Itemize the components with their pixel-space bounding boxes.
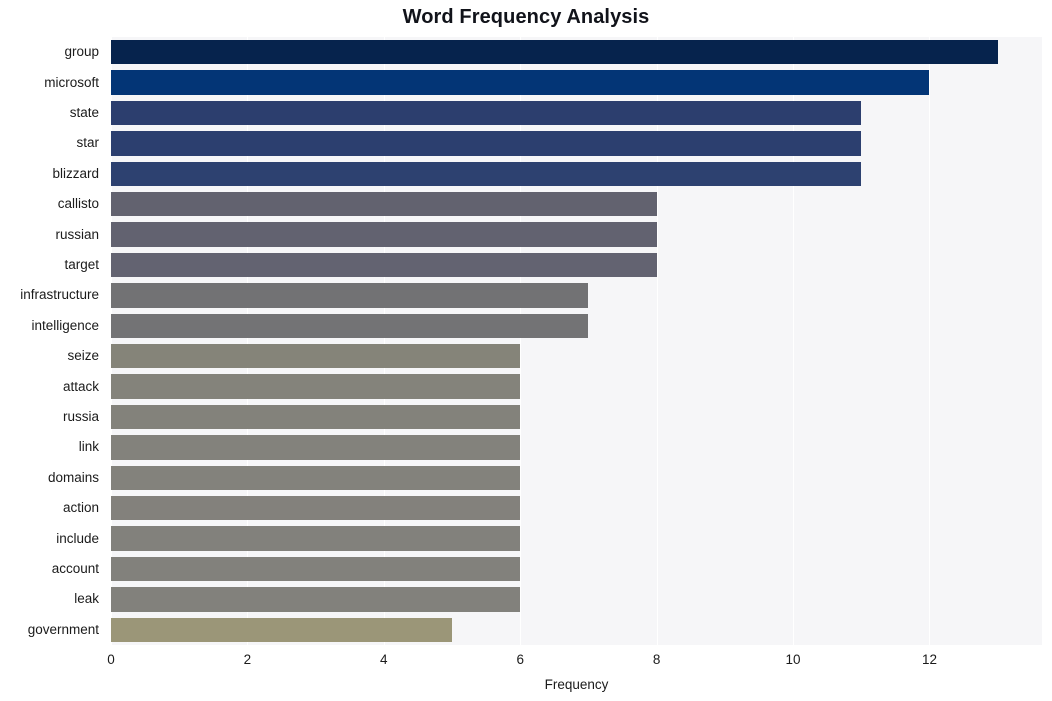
bar-row — [111, 344, 1042, 369]
x-tick-label-10: 10 — [785, 652, 801, 667]
y-tick-label-group: group — [64, 44, 99, 60]
word-frequency-bar-chart: Word Frequency Analysis group microsoft st… — [0, 0, 1052, 701]
bar-russian — [111, 222, 657, 247]
y-tick-label-include: include — [56, 530, 99, 546]
bar-row — [111, 222, 1042, 247]
bar-action — [111, 496, 521, 521]
bar-seize — [111, 344, 521, 369]
bar-row — [111, 496, 1042, 521]
y-tick-label-leak: leak — [74, 591, 99, 607]
bar-account — [111, 556, 521, 582]
y-tick-label-russian: russian — [55, 226, 99, 242]
x-tick-label-12: 12 — [921, 652, 937, 667]
bar-row — [111, 404, 1042, 430]
x-tick-label-8: 8 — [652, 652, 661, 667]
bar-include — [111, 526, 521, 551]
bar-row — [111, 313, 1042, 338]
bar-russia — [111, 404, 521, 430]
y-tick-label-state: state — [69, 105, 99, 120]
bar-row — [111, 526, 1042, 551]
bar-row — [111, 40, 1042, 65]
bar-target — [111, 252, 657, 278]
bar-attack — [111, 374, 521, 399]
bar-government — [111, 617, 453, 642]
x-tick-label-6: 6 — [516, 652, 524, 667]
bar-row — [111, 283, 1042, 308]
bar-intelligence — [111, 313, 589, 338]
bar-row — [111, 252, 1042, 278]
x-tick-label-2: 2 — [243, 652, 252, 667]
y-tick-label-government: government — [27, 621, 99, 637]
y-tick-label-action: action — [62, 500, 99, 516]
bar-row — [111, 435, 1042, 460]
bar-row — [111, 465, 1042, 490]
bar-row — [111, 617, 1042, 642]
bar-row — [111, 192, 1042, 217]
y-tick-label-intelligence: intelligence — [31, 317, 99, 333]
plot-area — [111, 37, 1042, 645]
bar-microsoft — [111, 70, 930, 95]
bar-row — [111, 587, 1042, 612]
y-tick-label-target: target — [64, 257, 99, 272]
y-tick-label-infrastructure: infrastructure — [20, 287, 99, 303]
x-tick-label-0: 0 — [107, 652, 115, 667]
y-tick-label-account: account — [51, 561, 99, 576]
y-tick-label-domains: domains — [47, 469, 99, 485]
bar-row — [111, 161, 1042, 186]
x-axis: 0 2 4 6 8 10 12 Frequency — [0, 645, 1052, 701]
bar-row — [111, 131, 1042, 156]
bar-row — [111, 70, 1042, 95]
bar-link — [111, 435, 521, 460]
x-axis-title: Frequency — [544, 677, 609, 692]
bar-state — [111, 100, 862, 126]
y-tick-label-blizzard: blizzard — [52, 165, 99, 181]
y-tick-label-star: star — [76, 135, 99, 151]
bar-blizzard — [111, 161, 862, 186]
y-tick-label-callisto: callisto — [57, 196, 99, 212]
bar-row — [111, 374, 1042, 399]
bar-row — [111, 100, 1042, 126]
y-tick-label-russia: russia — [62, 409, 99, 424]
bars-container — [111, 37, 1042, 645]
bar-infrastructure — [111, 283, 589, 308]
bar-row — [111, 556, 1042, 582]
bar-star — [111, 131, 862, 156]
bar-group — [111, 40, 998, 65]
x-tick-label-4: 4 — [380, 652, 388, 667]
y-axis-labels: group microsoft state star blizzard callisto r… — [0, 37, 105, 645]
bar-callisto — [111, 192, 657, 217]
y-tick-label-seize: seize — [67, 348, 99, 364]
chart-title: Word Frequency Analysis — [402, 6, 650, 28]
bar-domains — [111, 465, 521, 490]
y-tick-label-link: link — [78, 439, 99, 455]
y-tick-label-attack: attack — [62, 378, 99, 394]
bar-leak — [111, 587, 521, 612]
y-tick-label-microsoft: microsoft — [44, 74, 99, 90]
